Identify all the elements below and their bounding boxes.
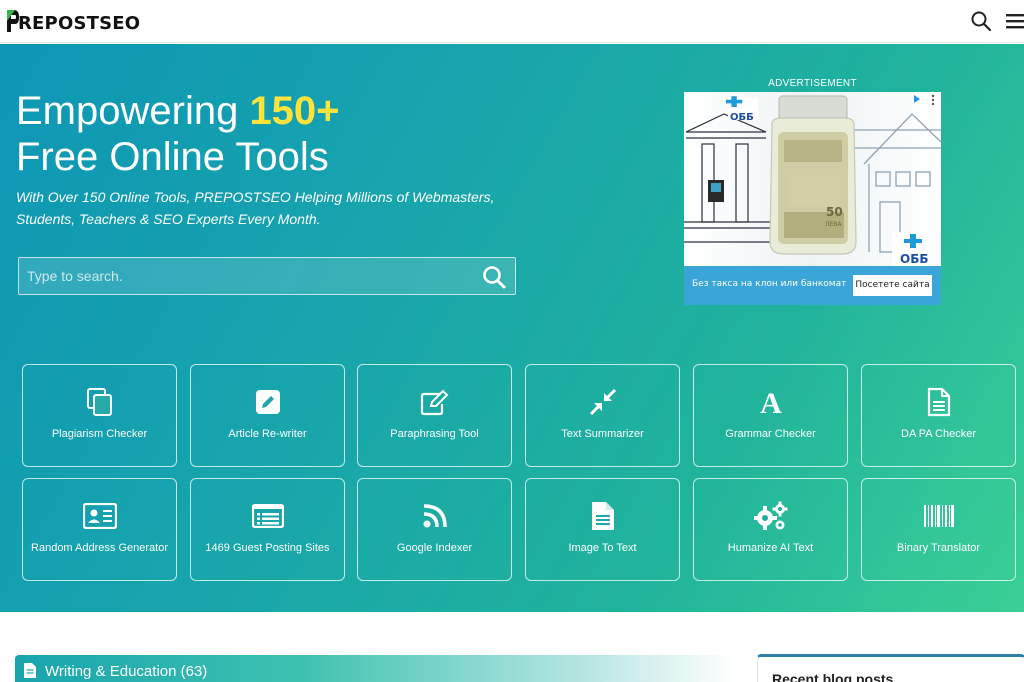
tool-card-text-summarizer[interactable]: Text Summarizer xyxy=(525,364,680,467)
document-icon xyxy=(927,387,950,417)
file-text-icon xyxy=(591,502,614,530)
tool-label: Random Address Generator xyxy=(31,542,168,554)
hamburger-menu-icon[interactable] xyxy=(1006,11,1024,31)
ad-brand-bottom: ОББ xyxy=(900,252,929,266)
svg-text:A: A xyxy=(760,387,782,417)
hero-subtitle: With Over 150 Online Tools, PREPOSTSEO H… xyxy=(16,189,495,227)
tool-card-binary-translator[interactable]: Binary Translator xyxy=(861,478,1016,581)
edit-icon xyxy=(420,389,448,416)
compress-icon xyxy=(589,388,616,416)
hero-title-line2: Free Online Tools xyxy=(16,135,329,179)
tool-card-humanize-ai-text[interactable]: Humanize AI Text xyxy=(693,478,848,581)
top-navbar: REPOSTSEO xyxy=(0,0,1024,43)
tool-card-da-pa-checker[interactable]: DA PA Checker xyxy=(861,364,1016,467)
ad-caption: Без такса на клон или банкомат xyxy=(692,279,847,289)
tool-label: Text Summarizer xyxy=(561,428,644,440)
ad-brand-top: ОББ xyxy=(730,112,754,123)
list-icon xyxy=(251,504,284,528)
tool-card-grammar-checker[interactable]: A Grammar Checker xyxy=(693,364,848,467)
tool-label: Binary Translator xyxy=(896,542,981,554)
tool-label: Paraphrasing Tool xyxy=(390,428,479,440)
ad-banknote-value: 50 xyxy=(826,205,843,219)
rss-icon xyxy=(423,504,447,528)
gears-icon xyxy=(753,501,787,530)
tool-card-article-rewriter[interactable]: Article Re-writer xyxy=(190,364,345,467)
tool-label: Humanize AI Text xyxy=(727,542,814,554)
tool-label: DA PA Checker xyxy=(901,428,976,440)
advertisement-banner[interactable]: 50 ЛЕВА ОББ ОББ Без такса на клон или ба… xyxy=(684,92,941,305)
ad-footer: Без такса на клон или банкомат Посетете … xyxy=(684,266,941,305)
file-text-icon xyxy=(24,663,36,678)
ad-illustration: 50 ЛЕВА ОББ ОББ xyxy=(684,94,941,266)
site-logo[interactable]: REPOSTSEO xyxy=(6,8,140,34)
hero-section: Empowering 150+ Free Online Tools With O… xyxy=(0,44,1024,612)
recent-blog-posts-panel: Recent blog posts xyxy=(757,654,1024,682)
id-card-icon xyxy=(82,503,117,529)
tool-label: Google Indexer xyxy=(396,542,473,554)
tool-search-input[interactable] xyxy=(19,258,469,294)
ad-label: ADVERTISEMENT xyxy=(768,78,857,89)
tool-label: Article Re-writer xyxy=(228,428,307,440)
search-icon[interactable] xyxy=(970,10,992,32)
tool-label: Image To Text xyxy=(568,542,637,554)
hero-title-highlight: 150+ xyxy=(249,89,340,133)
tool-search-box xyxy=(18,257,516,295)
hero-title-prefix: Empowering xyxy=(16,89,250,133)
barcode-icon xyxy=(923,505,954,527)
letter-a-icon: A xyxy=(760,387,782,417)
copy-icon xyxy=(86,388,112,416)
search-submit-icon[interactable] xyxy=(481,264,507,290)
hero-title: Empowering 150+ Free Online Tools xyxy=(16,88,340,180)
ad-cta-button[interactable]: Посетете сайта xyxy=(853,275,932,296)
category-title: Writing & Education (63) xyxy=(45,663,208,680)
tool-card-paraphrasing-tool[interactable]: Paraphrasing Tool xyxy=(357,364,512,467)
logo-text: REPOSTSEO xyxy=(18,12,141,34)
pencil-square-icon xyxy=(255,390,280,414)
tool-card-guest-posting-sites[interactable]: 1469 Guest Posting Sites xyxy=(190,478,345,581)
tool-card-image-to-text[interactable]: Image To Text xyxy=(525,478,680,581)
ad-image: 50 ЛЕВА ОББ ОББ xyxy=(684,92,941,266)
recent-blog-posts-title: Recent blog posts xyxy=(772,671,894,682)
tool-label: 1469 Guest Posting Sites xyxy=(205,542,330,554)
tool-label: Plagiarism Checker xyxy=(51,428,148,440)
tool-card-google-indexer[interactable]: Google Indexer xyxy=(357,478,512,581)
tool-card-plagiarism-checker[interactable]: Plagiarism Checker xyxy=(22,364,177,467)
tool-card-random-address-generator[interactable]: Random Address Generator xyxy=(22,478,177,581)
category-header-writing-education[interactable]: Writing & Education (63) xyxy=(15,655,735,682)
ad-banknote-unit: ЛЕВА xyxy=(825,221,842,228)
tool-label: Grammar Checker xyxy=(725,428,816,440)
logo-mark-icon xyxy=(7,10,19,32)
